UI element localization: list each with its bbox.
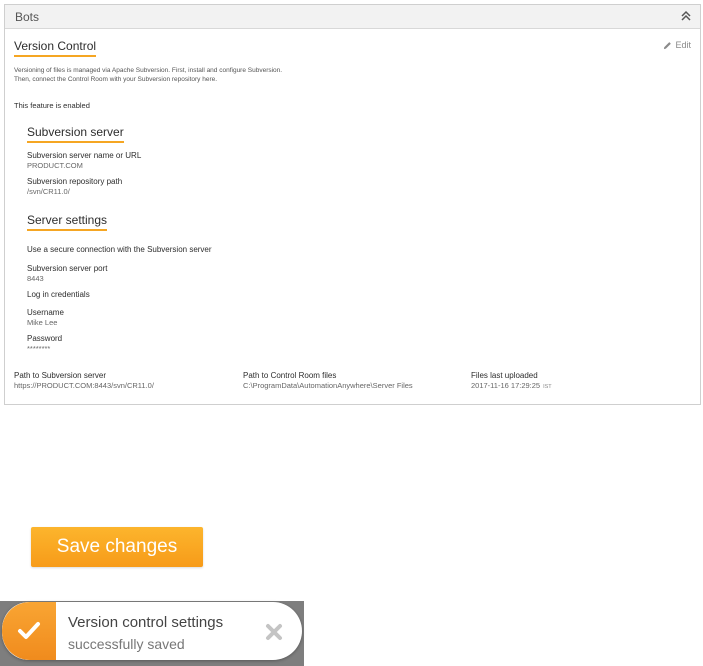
uploaded-label: Files last uploaded — [471, 371, 538, 380]
svn-path-value: https://PRODUCT.COM:8443/svn/CR11.0/ — [14, 381, 154, 390]
port-label: Subversion server port — [27, 264, 108, 273]
username-value: Mike Lee — [27, 318, 58, 327]
repo-path-label: Subversion repository path — [27, 177, 123, 186]
server-name-value: PRODUCT.COM — [27, 161, 83, 170]
panel-title: Bots — [15, 10, 40, 24]
uploaded-datetime: 2017-11-16 17:29:25 — [471, 381, 541, 390]
svn-path-label: Path to Subversion server — [14, 371, 107, 380]
server-name-label: Subversion server name or URL — [27, 151, 142, 160]
checkmark-icon — [18, 622, 40, 639]
password-label: Password — [27, 334, 63, 343]
close-icon[interactable] — [264, 622, 284, 642]
password-value: ******** — [27, 344, 51, 353]
version-control-title: Version Control — [14, 39, 97, 57]
uploaded-timezone: IST — [543, 384, 552, 390]
cr-path-value: C:\ProgramData\AutomationAnywhere\Server… — [243, 381, 413, 390]
secure-connection-label: Use a secure connection with the Subvers… — [27, 245, 212, 254]
description-line-2: Then, connect the Control Room with your… — [14, 76, 218, 83]
save-changes-button[interactable]: Save changes — [31, 527, 203, 567]
edit-button[interactable]: Edit — [663, 40, 691, 50]
repo-path-value: /svn/CR11.0/ — [27, 187, 70, 196]
uploaded-value: 2017-11-16 17:29:25 IST — [471, 381, 552, 390]
feature-status: This feature is enabled — [14, 101, 90, 110]
pencil-icon — [664, 41, 672, 49]
username-label: Username — [27, 308, 64, 317]
credentials-label: Log in credentials — [27, 290, 90, 299]
toast-message-line-1: Version control settings — [68, 614, 224, 631]
subversion-server-title: Subversion server — [27, 125, 124, 143]
double-chevron-up-icon[interactable] — [680, 10, 692, 22]
panel-header: Bots — [5, 5, 700, 29]
server-settings-title: Server settings — [27, 213, 108, 231]
cr-path-label: Path to Control Room files — [243, 371, 337, 380]
bots-panel: Bots Version Control Edit Versioning of … — [4, 4, 701, 405]
toast-message-line-2: successfully saved — [68, 636, 185, 652]
edit-label: Edit — [675, 40, 691, 50]
description-line-1: Versioning of files is managed via Apach… — [14, 67, 283, 74]
success-toast: Version control settings successfully sa… — [2, 602, 302, 660]
port-value: 8443 — [27, 274, 44, 283]
toast-status-area — [2, 602, 56, 660]
